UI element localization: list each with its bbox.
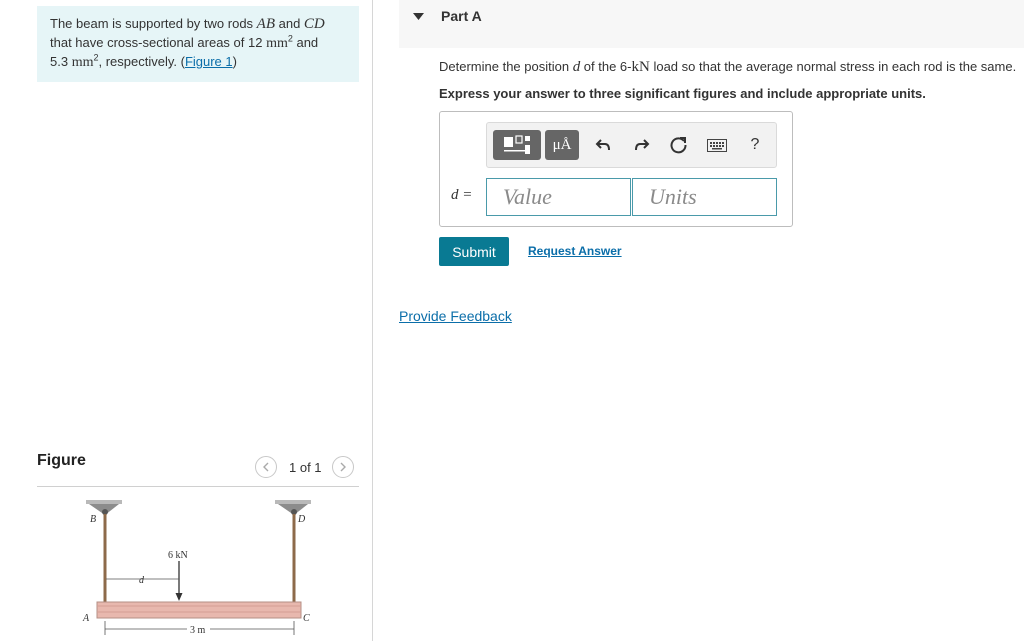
answer-box: μÅ ? d =: [439, 111, 793, 227]
problem-text-respectively: , respectively. (: [98, 54, 185, 69]
redo-icon[interactable]: [630, 133, 654, 157]
rod-cd: [292, 514, 296, 602]
unit-mm-1: mm: [266, 35, 288, 51]
part-a-header[interactable]: Part A: [399, 0, 1024, 48]
left-ceiling-support: [86, 500, 122, 515]
value-input[interactable]: [486, 178, 631, 216]
figure-divider: [37, 486, 359, 487]
figure-counter: 1 of 1: [289, 459, 322, 475]
caret-down-icon[interactable]: [413, 12, 424, 24]
rod-cd-label: CD: [303, 16, 325, 32]
label-load: 6 kN: [168, 550, 188, 561]
keyboard-icon[interactable]: [705, 133, 729, 157]
math-toolbar: μÅ ?: [486, 122, 777, 168]
label-span: 3 m: [190, 625, 206, 636]
request-answer-link[interactable]: Request Answer: [528, 244, 622, 258]
label-a: A: [82, 613, 90, 624]
load-arrow: [175, 561, 183, 601]
provide-feedback-link[interactable]: Provide Feedback: [399, 308, 512, 324]
problem-text-areas: that have cross-sectional areas of 12: [50, 34, 267, 50]
mu-angstrom-button[interactable]: μÅ: [545, 130, 579, 160]
beam-figure[interactable]: B D A C 6 kN d 3 m: [37, 490, 359, 641]
problem-text-and2: and: [292, 34, 319, 50]
instruction-text: Express your answer to three significant…: [439, 86, 926, 101]
undo-icon[interactable]: [591, 133, 615, 157]
problem-text-and: and: [275, 16, 304, 31]
templates-icon[interactable]: [493, 130, 541, 160]
question-text: Determine the position d of the 6-kN loa…: [439, 59, 1016, 76]
reset-icon[interactable]: [667, 133, 691, 157]
answer-variable-label: d =: [451, 187, 473, 203]
help-button[interactable]: ?: [743, 133, 767, 157]
figure-pager: 1 of 1: [255, 455, 354, 479]
label-d-dimension: d: [139, 575, 145, 586]
chevron-left-icon[interactable]: [255, 456, 277, 478]
problem-text-1: The beam is supported by two rods: [50, 16, 257, 31]
problem-statement: The beam is supported by two rods AB and…: [37, 6, 359, 82]
area2-value: 5.3: [50, 54, 72, 69]
figure-1-link[interactable]: Figure 1: [185, 54, 233, 69]
rod-ab: [103, 514, 107, 602]
part-title: Part A: [441, 8, 482, 24]
right-ceiling-support: [275, 500, 311, 515]
submit-button[interactable]: Submit: [439, 237, 509, 266]
label-c: C: [303, 613, 310, 624]
label-b: B: [90, 514, 96, 525]
units-input[interactable]: [632, 178, 777, 216]
question-mid: of the 6-: [580, 59, 632, 74]
figure-heading: Figure: [37, 452, 86, 469]
beam: [96, 601, 302, 619]
question-suffix: load so that the average normal stress i…: [649, 59, 1017, 74]
column-divider: [372, 0, 373, 641]
question-unit-kn: kN: [631, 59, 650, 75]
label-d: D: [297, 514, 306, 525]
rod-ab-label: AB: [256, 16, 275, 32]
close-paren: ): [232, 54, 237, 69]
chevron-right-icon[interactable]: [331, 456, 354, 478]
question-prefix: Determine the position: [439, 59, 573, 74]
unit-mm-2: mm: [71, 55, 94, 70]
